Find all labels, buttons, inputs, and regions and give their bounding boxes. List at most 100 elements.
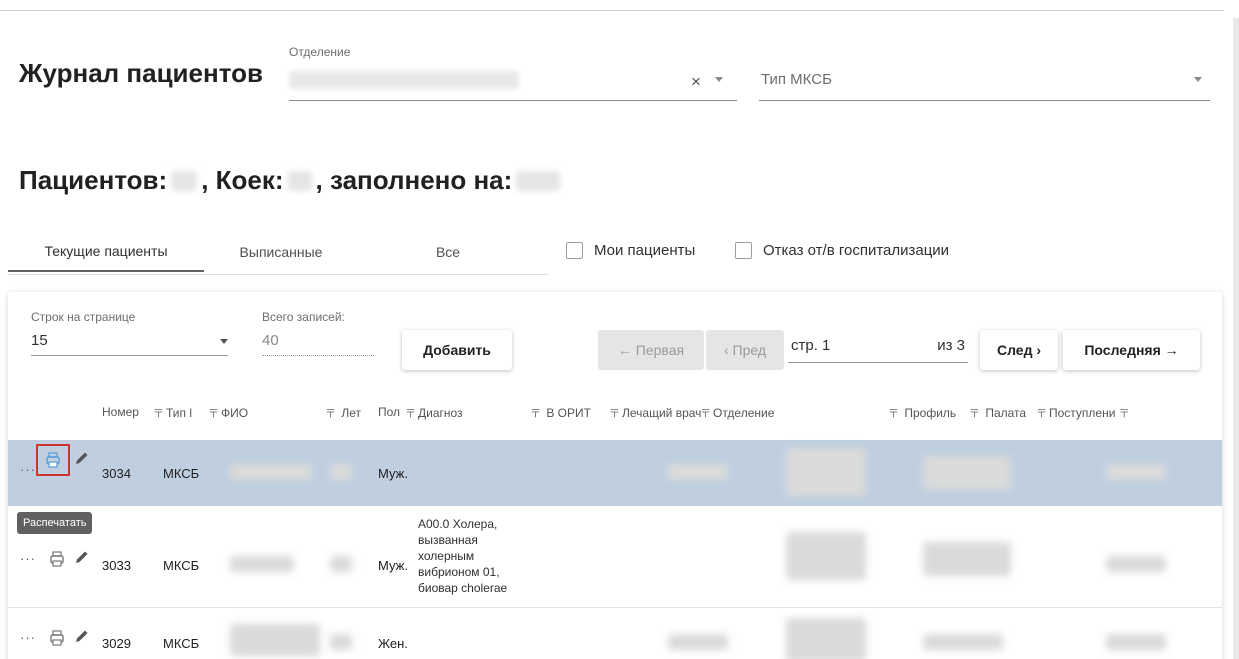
age-redacted — [330, 556, 352, 572]
mksb-type-select[interactable]: Тип МКСБ — [759, 65, 1210, 101]
department-redacted — [786, 532, 866, 580]
patients-count-redacted — [171, 170, 198, 191]
page-total: из 3 — [937, 337, 965, 354]
row-type: МКСБ — [163, 466, 200, 481]
edit-icon[interactable] — [74, 450, 90, 466]
prev-page-button[interactable]: ‹ Пред — [706, 330, 784, 370]
table-row[interactable]: ··· 3033 МКСБ Муж. А00.0 Холера, вызванн… — [8, 506, 1222, 608]
row-diagnosis: А00.0 Холера, вызванная холерным вибрион… — [418, 517, 508, 595]
rows-per-page-value: 15 — [31, 332, 48, 349]
total-records-label: Всего записей: — [262, 310, 345, 324]
age-redacted — [330, 634, 352, 650]
column-header-department[interactable]: 〒 Отделение — [700, 405, 774, 421]
row-actions: ··· — [20, 551, 36, 566]
fio-redacted — [230, 624, 320, 656]
tabs-underline — [8, 274, 548, 275]
filter-icon[interactable]: 〒 — [700, 408, 711, 420]
tab-all[interactable]: Все — [358, 232, 538, 272]
row-type: МКСБ — [163, 558, 200, 573]
row-number: 3033 — [102, 558, 131, 573]
print-tooltip: Распечатать — [17, 512, 93, 534]
filter-icon[interactable]: 〒 — [888, 408, 899, 420]
filter-icon[interactable]: 〒 — [969, 408, 980, 420]
profile-redacted — [923, 456, 1011, 490]
row-sex: Жен. — [378, 636, 408, 651]
chevron-down-icon[interactable] — [715, 77, 723, 82]
row-actions: ··· — [20, 630, 36, 645]
column-header-profile[interactable]: 〒 Профиль — [888, 405, 956, 421]
stats-line: Пациентов: , Коек: , заполнено на: — [19, 165, 564, 196]
filter-icon[interactable]: 〒 — [609, 408, 620, 420]
profile-redacted — [923, 634, 1003, 650]
fio-redacted — [230, 556, 294, 572]
admission-redacted — [1106, 556, 1166, 572]
rows-per-page-label: Строк на странице — [31, 310, 136, 324]
tab-discharged[interactable]: Выписанные — [204, 232, 358, 272]
admission-redacted — [1106, 464, 1166, 480]
column-header-diagnosis[interactable]: 〒 Диагноз — [405, 405, 463, 421]
department-label: Отделение — [289, 45, 351, 59]
filter-icon[interactable]: 〒 — [153, 408, 164, 420]
row-sex: Муж. — [378, 466, 408, 481]
page-scrollbar[interactable] — [1233, 18, 1239, 659]
row-number: 3029 — [102, 636, 131, 651]
filled-percent-redacted — [516, 170, 561, 191]
page-number: стр. 1 — [791, 337, 831, 354]
patients-label: Пациентов: — [19, 165, 168, 195]
admission-redacted — [1106, 634, 1166, 650]
more-icon[interactable]: ··· — [20, 630, 36, 645]
more-icon[interactable]: ··· — [20, 462, 36, 477]
department-redacted — [786, 448, 866, 496]
fio-redacted — [230, 464, 312, 480]
tab-current-patients[interactable]: Текущие пациенты — [8, 232, 204, 272]
rows-per-page-select[interactable]: 15 — [31, 326, 228, 356]
column-header-admission[interactable]: 〒 Поступлени 〒 — [1036, 405, 1132, 421]
row-actions: ··· — [20, 462, 36, 477]
first-page-button[interactable]: ← Первая — [598, 330, 704, 370]
column-header-doctor[interactable]: 〒 Лечащий врач — [609, 405, 701, 421]
patient-tabs: Текущие пациенты Выписанные Все — [8, 232, 538, 276]
column-header-age[interactable]: 〒 Лет — [325, 405, 361, 421]
age-redacted — [330, 464, 352, 480]
total-records-value: 40 — [262, 326, 374, 356]
edit-icon[interactable] — [74, 628, 90, 644]
print-icon[interactable] — [48, 550, 66, 568]
filter-icon[interactable]: 〒 — [1036, 408, 1047, 420]
beds-count-redacted — [287, 170, 312, 191]
filter-icon[interactable]: 〒 — [405, 408, 416, 420]
page-title: Журнал пациентов — [19, 58, 263, 88]
filter-icon[interactable]: 〒 — [325, 408, 336, 420]
column-header-number[interactable]: Номер — [102, 405, 139, 419]
column-header-type[interactable]: 〒 Тип l — [153, 405, 192, 421]
filter-icon[interactable]: 〒 — [530, 408, 541, 420]
my-patients-checkbox[interactable]: Мои пациенты — [566, 242, 695, 259]
profile-redacted — [923, 542, 1011, 576]
checkbox-icon[interactable] — [566, 242, 583, 259]
filter-icon[interactable]: 〒 — [1119, 408, 1130, 420]
column-header-fio[interactable]: 〒 ФИО — [208, 405, 248, 421]
row-type: МКСБ — [163, 636, 200, 651]
print-icon[interactable] — [44, 451, 62, 469]
last-page-button[interactable]: Последняя → — [1063, 330, 1200, 370]
next-page-button[interactable]: След › — [980, 330, 1058, 370]
column-header-icu[interactable]: 〒 В ОРИТ — [530, 405, 591, 421]
chevron-down-icon[interactable] — [1194, 77, 1202, 82]
add-button[interactable]: Добавить — [402, 330, 512, 370]
more-icon[interactable]: ··· — [20, 551, 36, 566]
edit-icon[interactable] — [74, 549, 90, 565]
table-row[interactable]: ··· 3029 МКСБ Жен. — [8, 608, 1222, 659]
page-input[interactable]: стр. 1 из 3 — [788, 329, 968, 363]
refusal-checkbox[interactable]: Отказ от/в госпитализации — [735, 242, 949, 259]
filter-icon[interactable]: 〒 — [208, 408, 219, 420]
clear-icon[interactable]: × — [691, 72, 701, 92]
department-select[interactable]: × — [289, 65, 737, 101]
doctor-redacted — [668, 464, 728, 480]
mksb-type-placeholder: Тип МКСБ — [761, 71, 832, 88]
checkbox-icon[interactable] — [735, 242, 752, 259]
top-divider — [0, 10, 1224, 11]
chevron-down-icon[interactable] — [220, 339, 228, 344]
print-icon[interactable] — [48, 629, 66, 647]
table-row[interactable]: ··· 3034 МКСБ Муж. — [8, 440, 1222, 506]
column-header-ward[interactable]: 〒 Палата — [969, 405, 1026, 421]
column-header-sex[interactable]: Пол — [378, 405, 400, 419]
